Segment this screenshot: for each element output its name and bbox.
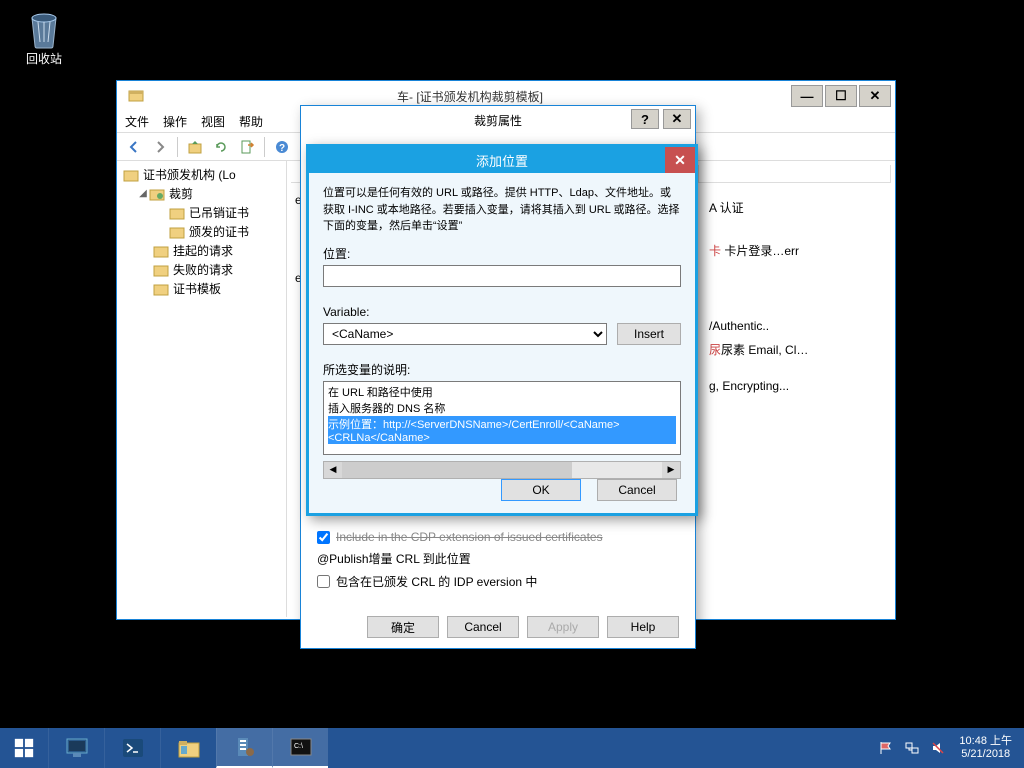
- refresh-button[interactable]: [210, 136, 232, 158]
- ok-button[interactable]: 确定: [367, 616, 439, 638]
- cancel-button[interactable]: Cancel: [447, 616, 519, 638]
- minimize-button[interactable]: —: [791, 85, 823, 107]
- menu-action[interactable]: 操作: [163, 113, 187, 130]
- insert-button[interactable]: Insert: [617, 323, 681, 345]
- horizontal-scrollbar[interactable]: ◀ ▶: [323, 461, 681, 479]
- taskbar: C:\ 10:48 上午 5/21/2018: [0, 728, 1024, 768]
- list-item[interactable]: 尿尿素 Email, Cl…: [705, 339, 812, 360]
- list-item[interactable]: 卡 卡片登录…err: [705, 240, 803, 261]
- checkbox-cdp[interactable]: Include in the CDP extension of issued c…: [317, 530, 679, 544]
- maximize-button[interactable]: ☐: [825, 85, 857, 107]
- tree-issued[interactable]: 颁发的证书: [121, 222, 282, 241]
- tree-failed[interactable]: 失败的请求: [121, 260, 282, 279]
- task-cmd[interactable]: C:\: [272, 728, 328, 768]
- menu-view[interactable]: 视图: [201, 113, 225, 130]
- task-powershell[interactable]: [104, 728, 160, 768]
- tray-clock[interactable]: 10:48 上午 5/21/2018: [951, 735, 1020, 761]
- location-label: 位置:: [323, 245, 681, 262]
- help-button[interactable]: Help: [607, 616, 679, 638]
- task-server-manager[interactable]: [48, 728, 104, 768]
- tree-pane[interactable]: 证书颁发机构 (Lo ◢裁剪 已吊销证书 颁发的证书 挂起的请求 失败的请求 证…: [117, 161, 287, 617]
- system-tray: 10:48 上午 5/21/2018: [869, 728, 1024, 768]
- forward-button[interactable]: [149, 136, 171, 158]
- apply-button: Apply: [527, 616, 599, 638]
- tree-ca[interactable]: ◢裁剪: [121, 184, 282, 203]
- desktop-recycle-bin[interactable]: 回收站: [14, 8, 74, 67]
- menu-file[interactable]: 文件: [125, 113, 149, 130]
- close-button[interactable]: ✕: [665, 147, 695, 173]
- checkbox-idp[interactable]: 包含在已颁发 CRL 的 IDP eversion 中: [317, 573, 679, 590]
- add-location-title-text: 添加位置: [476, 151, 528, 170]
- tree-templates[interactable]: 证书模板: [121, 279, 282, 298]
- add-location-dialog: 添加位置 ✕ 位置可以是任何有效的 URL 或路径。提供 HTTP、Ldap、文…: [306, 144, 698, 516]
- menu-help[interactable]: 帮助: [239, 113, 263, 130]
- svg-text:?: ?: [279, 143, 285, 154]
- instruction-text: 位置可以是任何有效的 URL 或路径。提供 HTTP、Ldap、文件地址。或获取…: [323, 185, 681, 235]
- task-explorer[interactable]: [160, 728, 216, 768]
- svg-text:C:\: C:\: [294, 743, 303, 750]
- tree-root[interactable]: 证书颁发机构 (Lo: [121, 165, 282, 184]
- cancel-button[interactable]: Cancel: [597, 479, 677, 501]
- recycle-bin-label: 回收站: [14, 50, 74, 67]
- close-button[interactable]: ✕: [859, 85, 891, 107]
- recycle-bin-icon: [24, 8, 64, 50]
- description-box[interactable]: 在 URL 和路径中使用 插入服务器的 DNS 名称 示例位置：http://<…: [323, 381, 681, 455]
- help-button[interactable]: ?: [271, 136, 293, 158]
- tree-revoked[interactable]: 已吊销证书: [121, 203, 282, 222]
- variable-select[interactable]: <CaName>: [323, 323, 607, 345]
- checkbox-publish-delta[interactable]: @Publish增量 CRL 到此位置: [317, 550, 679, 567]
- list-item[interactable]: g, Encrypting...: [705, 377, 793, 395]
- windows-icon: [13, 737, 35, 759]
- help-button[interactable]: ?: [631, 109, 659, 129]
- close-button[interactable]: ✕: [663, 109, 691, 129]
- add-location-titlebar[interactable]: 添加位置 ✕: [309, 147, 695, 173]
- tray-sound-icon[interactable]: [929, 739, 947, 757]
- list-item[interactable]: /Authentic..: [705, 317, 812, 335]
- up-button[interactable]: [184, 136, 206, 158]
- properties-title-text: 裁剪属性: [474, 112, 522, 129]
- tray-network-icon[interactable]: [903, 739, 921, 757]
- task-mmc[interactable]: [216, 728, 272, 768]
- scroll-thumb[interactable]: [342, 462, 572, 478]
- tree-pending[interactable]: 挂起的请求: [121, 241, 282, 260]
- tray-flag-icon[interactable]: [877, 739, 895, 757]
- mmc-title-text: 车- [证书颁发机构裁剪模板]: [151, 88, 789, 105]
- back-button[interactable]: [123, 136, 145, 158]
- location-input[interactable]: [323, 265, 681, 287]
- scroll-right-icon[interactable]: ▶: [662, 462, 680, 478]
- ok-button[interactable]: OK: [501, 479, 581, 501]
- scroll-left-icon[interactable]: ◀: [324, 462, 342, 478]
- mmc-app-icon: [127, 87, 145, 105]
- description-label: 所选变量的说明:: [323, 361, 681, 378]
- start-button[interactable]: [0, 728, 48, 768]
- list-item[interactable]: A 认证: [705, 197, 803, 218]
- variable-label: Variable:: [323, 305, 681, 319]
- export-button[interactable]: [236, 136, 258, 158]
- properties-titlebar[interactable]: 裁剪属性 ? ✕: [301, 106, 695, 134]
